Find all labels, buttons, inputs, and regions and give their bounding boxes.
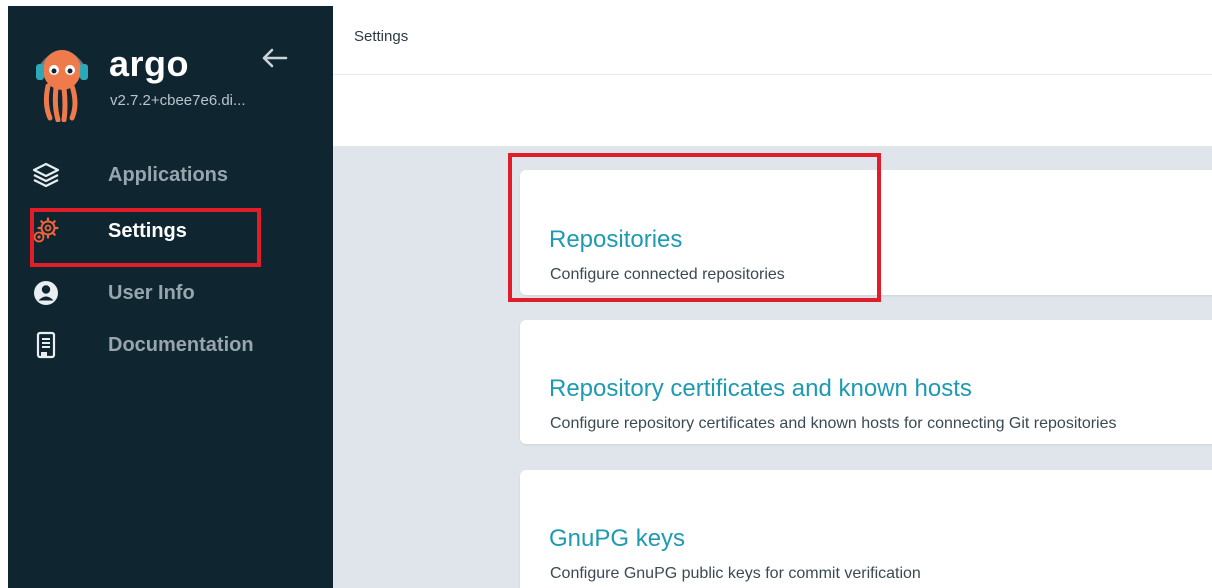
user-icon (30, 277, 62, 309)
settings-content: Repositories Configure connected reposit… (333, 146, 1212, 588)
sidebar: argo v2.7.2+cbee7e6.di... Applications S… (8, 6, 333, 588)
sidebar-item-label: Documentation (108, 333, 254, 356)
card-description: Configure GnuPG public keys for commit v… (550, 565, 921, 582)
sidebar-item-label: User Info (108, 281, 195, 304)
sidebar-item-settings[interactable]: Settings (30, 209, 330, 253)
arrow-left-icon[interactable] (258, 46, 290, 70)
sidebar-item-label: Settings (108, 219, 187, 242)
book-icon (30, 329, 62, 361)
page-title: Settings (354, 28, 409, 45)
card-title: Repositories (549, 226, 683, 253)
sidebar-item-label: Applications (108, 163, 229, 186)
brand-name: argo (109, 43, 190, 84)
header: Settings (333, 0, 1212, 146)
settings-card-repositories[interactable]: Repositories Configure connected reposit… (520, 170, 1212, 295)
sidebar-item-user-info[interactable]: User Info (30, 271, 330, 315)
card-description: Configure repository certificates and kn… (550, 415, 1117, 432)
sidebar-item-documentation[interactable]: Documentation (30, 323, 330, 367)
gears-icon (30, 215, 62, 247)
sidebar-item-applications[interactable]: Applications (30, 153, 330, 197)
app-root: argo v2.7.2+cbee7e6.di... Applications S… (0, 0, 1212, 588)
settings-card-gnupg-keys[interactable]: GnuPG keys Configure GnuPG public keys f… (520, 470, 1212, 588)
settings-card-certificates[interactable]: Repository certificates and known hosts … (520, 320, 1212, 444)
argo-logo-icon (36, 50, 88, 122)
card-title: GnuPG keys (549, 525, 686, 552)
card-description: Configure connected repositories (550, 266, 785, 283)
layers-icon (30, 159, 62, 191)
header-divider (333, 74, 1212, 75)
card-title: Repository certificates and known hosts (549, 375, 972, 402)
brand-version: v2.7.2+cbee7e6.di... (110, 92, 246, 109)
